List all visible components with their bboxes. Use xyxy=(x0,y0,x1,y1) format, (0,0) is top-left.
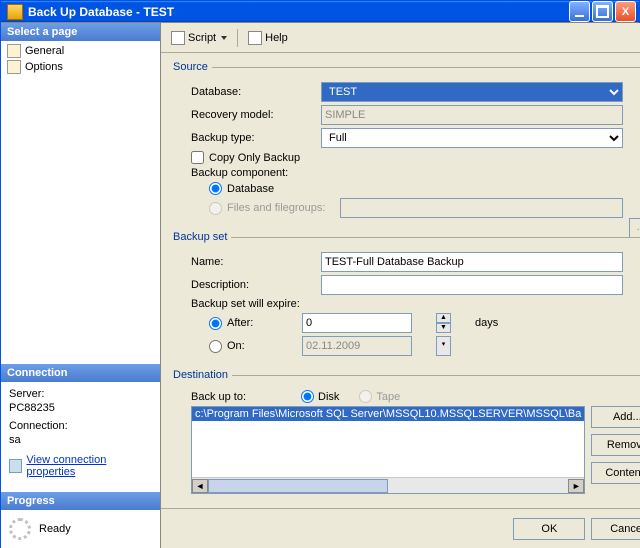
connection-value: sa xyxy=(9,434,152,446)
expire-date-input xyxy=(302,336,412,356)
help-button[interactable]: Help xyxy=(244,29,292,47)
horizontal-scrollbar[interactable]: ◄ ► xyxy=(192,477,584,493)
progress-status: Ready xyxy=(39,523,71,535)
script-icon xyxy=(171,31,185,45)
disk-radio[interactable] xyxy=(301,390,314,403)
disk-label: Disk xyxy=(318,391,339,403)
server-label: Server: xyxy=(9,388,152,400)
backup-description-input[interactable] xyxy=(321,275,623,295)
remove-button[interactable]: Remove xyxy=(591,434,640,456)
dialog-footer: OK Cancel xyxy=(161,508,640,548)
destination-listbox[interactable]: c:\Program Files\Microsoft SQL Server\MS… xyxy=(191,406,585,494)
scroll-thumb[interactable] xyxy=(208,479,388,493)
page-icon xyxy=(7,60,21,74)
server-value: PC88235 xyxy=(9,402,152,414)
chevron-down-icon xyxy=(221,36,227,40)
progress-spinner-icon xyxy=(9,518,31,540)
expire-date-picker[interactable]: ▾ xyxy=(436,336,451,356)
toolbar: Script Help xyxy=(161,23,640,53)
backup-set-legend: Backup set xyxy=(173,231,231,243)
window-title: Back Up Database - TEST xyxy=(28,5,567,19)
help-label: Help xyxy=(265,32,288,44)
link-label: View connection properties xyxy=(26,454,152,478)
expire-label: Backup set will expire: xyxy=(191,298,300,310)
titlebar[interactable]: Back Up Database - TEST X xyxy=(1,1,639,22)
backup-database-dialog: Back Up Database - TEST X Select a page … xyxy=(0,0,640,548)
radio-files-label: Files and filegroups: xyxy=(227,202,325,214)
progress-header: Progress xyxy=(1,492,160,510)
source-legend: Source xyxy=(173,61,212,73)
expire-on-radio[interactable] xyxy=(209,340,222,353)
view-connection-properties-link[interactable]: View connection properties xyxy=(9,454,152,478)
page-icon xyxy=(7,44,21,58)
backup-type-label: Backup type: xyxy=(191,132,321,144)
nav-item-options[interactable]: Options xyxy=(1,59,160,75)
toolbar-separator xyxy=(237,29,238,47)
select-page-header: Select a page xyxy=(1,23,160,41)
window-icon xyxy=(7,4,23,20)
expire-days-spinner[interactable]: ▲▼ xyxy=(436,313,451,333)
recovery-model-field xyxy=(321,105,623,125)
ok-button[interactable]: OK xyxy=(513,518,585,540)
tape-label: Tape xyxy=(376,391,400,403)
component-files-radio xyxy=(209,202,222,215)
copy-only-checkbox[interactable] xyxy=(191,151,204,164)
connection-icon xyxy=(9,459,22,473)
destination-legend: Destination xyxy=(173,369,232,381)
expire-days-input[interactable] xyxy=(302,313,412,333)
close-button[interactable]: X xyxy=(615,1,636,22)
help-icon xyxy=(248,31,262,45)
database-select[interactable]: TEST xyxy=(321,82,623,102)
maximize-button[interactable] xyxy=(592,1,613,22)
source-group: Source Database: TEST Recovery model: xyxy=(173,61,640,225)
dialog-body: Select a page General Options Connection… xyxy=(1,22,639,548)
connection-panel: Server: PC88235 Connection: sa View conn… xyxy=(1,382,160,484)
after-label: After: xyxy=(227,317,297,329)
page-nav-list: General Options xyxy=(1,41,160,77)
connection-label: Connection: xyxy=(9,420,152,432)
nav-label: General xyxy=(25,45,64,57)
days-unit: days xyxy=(475,317,498,329)
contents-button[interactable]: Contents xyxy=(591,462,640,484)
name-label: Name: xyxy=(191,256,321,268)
component-label: Backup component: xyxy=(191,167,321,179)
database-label: Database: xyxy=(191,86,321,98)
description-label: Description: xyxy=(191,279,321,291)
radio-database-label: Database xyxy=(227,183,274,195)
minimize-button[interactable] xyxy=(569,1,590,22)
left-pane: Select a page General Options Connection… xyxy=(1,23,161,548)
connection-header: Connection xyxy=(1,364,160,382)
recovery-label: Recovery model: xyxy=(191,109,321,121)
backup-name-input[interactable] xyxy=(321,252,623,272)
progress-panel: Ready xyxy=(1,510,160,548)
nav-label: Options xyxy=(25,61,63,73)
script-button[interactable]: Script xyxy=(167,29,231,47)
filegroups-field xyxy=(340,198,623,218)
right-pane: Script Help Source Database: T xyxy=(161,23,640,548)
on-label: On: xyxy=(227,340,297,352)
content-area: Source Database: TEST Recovery model: xyxy=(161,53,640,508)
destination-path-item[interactable]: c:\Program Files\Microsoft SQL Server\MS… xyxy=(192,407,584,421)
destination-group: Destination Back up to: Disk Tape xyxy=(173,369,640,498)
cancel-button[interactable]: Cancel xyxy=(591,518,640,540)
script-label: Script xyxy=(188,32,216,44)
disk-radio-wrap[interactable]: Disk xyxy=(301,390,339,403)
backup-set-group: Backup set Name: Description: Backup set… xyxy=(173,231,640,363)
backup-to-label: Back up to: xyxy=(191,391,281,403)
nav-item-general[interactable]: General xyxy=(1,43,160,59)
backup-type-select[interactable]: Full xyxy=(321,128,623,148)
component-database-radio[interactable] xyxy=(209,182,222,195)
scroll-right-button[interactable]: ► xyxy=(568,479,584,493)
tape-radio xyxy=(359,390,372,403)
tape-radio-wrap: Tape xyxy=(359,390,400,403)
scroll-left-button[interactable]: ◄ xyxy=(192,479,208,493)
copy-only-label: Copy Only Backup xyxy=(209,152,300,164)
add-button[interactable]: Add... xyxy=(591,406,640,428)
expire-after-radio[interactable] xyxy=(209,317,222,330)
